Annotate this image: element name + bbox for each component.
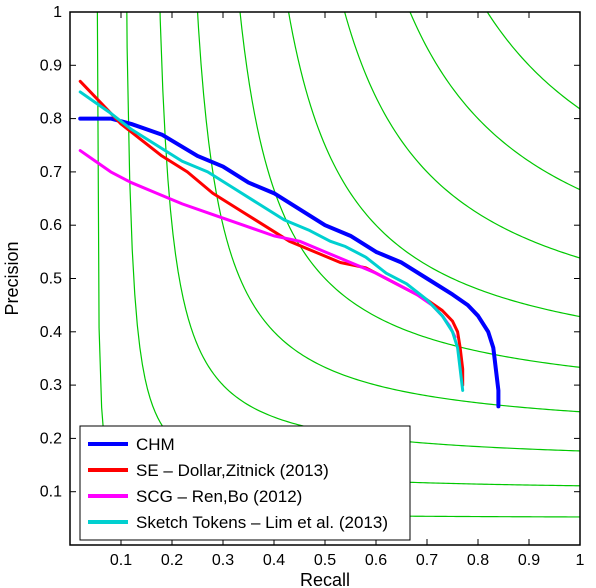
y-tick-label: 0.4	[40, 324, 62, 341]
y-tick-label: 0.1	[40, 484, 62, 501]
iso-f-curve	[224, 0, 596, 345]
y-axis-label: Precision	[2, 241, 22, 315]
legend-label: SCG – Ren,Bo (2012)	[136, 487, 302, 506]
x-tick-label: 0.8	[467, 552, 489, 569]
pr-chart: 0.1 0.2 0.3 0.4 0.5 0.6 0.7 0.8 0.9 1 0.1 0.2 0.3 0.4…	[0, 0, 596, 588]
y-tick-label: 0.7	[40, 164, 62, 181]
legend-label: CHM	[136, 435, 175, 454]
iso-f-curve	[173, 0, 596, 422]
x-tick-label: 0.7	[416, 552, 438, 569]
iso-f-curve	[148, 0, 596, 456]
iso-f-curve	[275, 0, 596, 254]
series-line-0	[80, 119, 498, 407]
iso-f-curve	[122, 0, 596, 488]
y-tick-label: 0.5	[40, 271, 62, 288]
x-tick-label: 0.5	[314, 552, 336, 569]
x-tick-label: 0.2	[161, 552, 183, 569]
y-tick-label: 0.9	[40, 57, 62, 74]
legend-label: SE – Dollar,Zitnick (2013)	[136, 461, 329, 480]
x-tick-label: 0.3	[212, 552, 234, 569]
y-tick-label: 0.8	[40, 111, 62, 128]
x-axis-label: Recall	[300, 570, 350, 588]
iso-f-curve	[301, 0, 596, 202]
x-tick-label: 0.1	[110, 552, 132, 569]
y-tick-label: 0.6	[40, 217, 62, 234]
iso-f-curve	[250, 0, 596, 302]
iso-f-curve	[199, 0, 596, 385]
y-tick-label: 1	[53, 4, 62, 21]
x-tick-label: 0.9	[518, 552, 540, 569]
legend-label: Sketch Tokens – Lim et al. (2013)	[136, 513, 388, 532]
x-tick-label: 1	[576, 552, 585, 569]
y-tick-label: 0.2	[40, 430, 62, 447]
x-tick-label: 0.4	[263, 552, 285, 569]
x-tick-label: 0.6	[365, 552, 387, 569]
y-tick-label: 0.3	[40, 377, 62, 394]
chart-svg: 0.1 0.2 0.3 0.4 0.5 0.6 0.7 0.8 0.9 1 0.1 0.2 0.3 0.4…	[0, 0, 596, 588]
